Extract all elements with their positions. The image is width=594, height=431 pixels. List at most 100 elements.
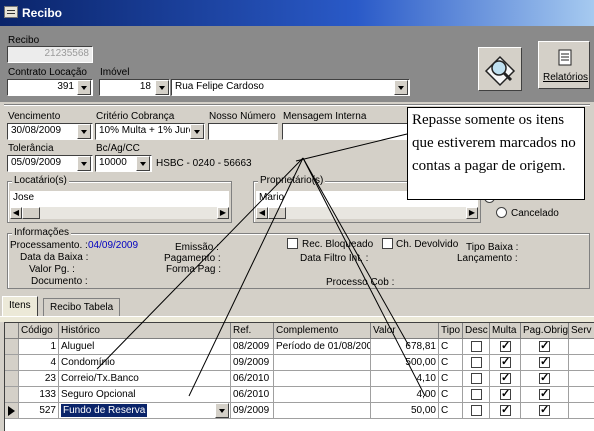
cell-historico[interactable]: Condomínio	[59, 355, 231, 371]
cell-complemento[interactable]	[274, 355, 371, 371]
col-ref[interactable]: Ref.	[231, 323, 274, 339]
cell-tipo[interactable]: C	[439, 387, 463, 403]
criterio-field[interactable]: 10% Multa + 1% Juro	[95, 123, 205, 140]
preview-button[interactable]	[478, 47, 522, 91]
multa-checkbox[interactable]	[500, 387, 511, 401]
desc-checkbox[interactable]	[471, 389, 482, 400]
multa-checkbox[interactable]	[500, 403, 511, 417]
cell-tipo[interactable]: C	[439, 339, 463, 355]
cell-tipo[interactable]: C	[439, 371, 463, 387]
cell-multa	[490, 403, 521, 419]
col-pag-obrig[interactable]: Pag.Obrig.	[521, 323, 569, 339]
row-indicator[interactable]	[5, 387, 19, 403]
cell-valor[interactable]: 4,00	[371, 387, 439, 403]
tolerancia-dropdown-button[interactable]	[77, 156, 91, 171]
cell-complemento[interactable]	[274, 371, 371, 387]
desc-checkbox[interactable]	[471, 405, 482, 416]
cell-serv[interactable]	[569, 403, 594, 419]
locatario-scrollbar[interactable]: ◀ ▶	[10, 207, 229, 219]
cell-codigo[interactable]: 133	[19, 387, 59, 403]
cell-historico-editor[interactable]: Fundo de Reserva	[59, 403, 231, 419]
cell-ref[interactable]: 09/2009	[231, 403, 274, 419]
cell-complemento[interactable]	[274, 387, 371, 403]
proprietario-scrollbar[interactable]: ◀ ▶	[256, 207, 478, 219]
cell-complemento[interactable]	[274, 403, 371, 419]
cell-serv[interactable]	[569, 371, 594, 387]
desc-checkbox[interactable]	[471, 373, 482, 384]
cell-pag-obrig	[521, 403, 569, 419]
pag-obrig-checkbox[interactable]	[539, 387, 550, 401]
cell-pag-obrig	[521, 387, 569, 403]
col-serv[interactable]: Serv	[569, 323, 594, 339]
imovel-address-field[interactable]: Rua Felipe Cardoso	[171, 79, 410, 96]
col-valor[interactable]: Valor	[371, 323, 439, 339]
multa-checkbox[interactable]	[500, 339, 511, 353]
cell-serv[interactable]	[569, 355, 594, 371]
cell-ref[interactable]: 06/2010	[231, 387, 274, 403]
pag-obrig-checkbox[interactable]	[539, 403, 550, 417]
grid-corner	[5, 323, 19, 339]
cell-serv[interactable]	[569, 387, 594, 403]
imovel-label: Imóvel	[100, 67, 130, 78]
scroll-right-icon[interactable]: ▶	[217, 207, 229, 219]
multa-checkbox[interactable]	[500, 355, 511, 369]
row-indicator[interactable]	[5, 371, 19, 387]
historico-selected-text[interactable]: Fundo de Reserva	[61, 404, 148, 417]
cell-codigo[interactable]: 527	[19, 403, 59, 419]
cell-codigo[interactable]: 23	[19, 371, 59, 387]
criterio-dropdown-button[interactable]	[190, 124, 204, 139]
pag-obrig-checkbox[interactable]	[539, 371, 550, 385]
tab-recibo-tabela[interactable]: Recibo Tabela	[43, 298, 121, 316]
scroll-left-icon[interactable]: ◀	[10, 207, 22, 219]
mensagem-field[interactable]	[282, 123, 408, 140]
cell-codigo[interactable]: 1	[19, 339, 59, 355]
nosso-numero-field[interactable]	[208, 123, 278, 140]
vencimento-dropdown-button[interactable]	[77, 124, 91, 139]
cell-desc	[463, 355, 490, 371]
historico-dropdown-button[interactable]	[215, 403, 229, 418]
col-tipo[interactable]: Tipo	[439, 323, 463, 339]
desc-checkbox[interactable]	[471, 357, 482, 368]
imovel-dropdown-button[interactable]	[155, 80, 169, 95]
cancelado-radio[interactable]	[496, 207, 507, 218]
cell-ref[interactable]: 06/2010	[231, 371, 274, 387]
row-indicator[interactable]	[5, 355, 19, 371]
cell-historico[interactable]: Seguro Opcional	[59, 387, 231, 403]
pag-obrig-checkbox[interactable]	[539, 355, 550, 369]
cell-valor[interactable]: 500,00	[371, 355, 439, 371]
scroll-left-icon[interactable]: ◀	[256, 207, 268, 219]
cell-tipo[interactable]: C	[439, 403, 463, 419]
cell-valor[interactable]: 50,00	[371, 403, 439, 419]
cell-ref[interactable]: 09/2009	[231, 355, 274, 371]
col-multa[interactable]: Multa	[490, 323, 521, 339]
col-complemento[interactable]: Complemento	[274, 323, 371, 339]
col-codigo[interactable]: Código	[19, 323, 59, 339]
bcagcc-dropdown-button[interactable]	[136, 156, 150, 171]
contrato-dropdown-button[interactable]	[77, 80, 91, 95]
col-historico[interactable]: Histórico	[59, 323, 231, 339]
cell-complemento[interactable]: Período de 01/08/2009	[274, 339, 371, 355]
cell-codigo[interactable]: 4	[19, 355, 59, 371]
col-desc[interactable]: Desc	[463, 323, 490, 339]
cell-historico[interactable]: Correio/Tx.Banco	[59, 371, 231, 387]
row-indicator[interactable]	[5, 403, 19, 419]
row-indicator[interactable]	[5, 339, 19, 355]
cell-valor[interactable]: 678,81	[371, 339, 439, 355]
scroll-right-icon[interactable]: ▶	[466, 207, 478, 219]
cell-valor[interactable]: 4,10	[371, 371, 439, 387]
pag-obrig-checkbox[interactable]	[539, 339, 550, 353]
cell-serv[interactable]	[569, 339, 594, 355]
locatario-field[interactable]: Jose	[10, 191, 229, 208]
cell-ref[interactable]: 08/2009	[231, 339, 274, 355]
scroll-thumb[interactable]	[22, 207, 40, 219]
cell-historico[interactable]: Aluguel	[59, 339, 231, 355]
cell-tipo[interactable]: C	[439, 355, 463, 371]
multa-checkbox[interactable]	[500, 371, 511, 385]
ch-devolvido-checkbox[interactable]	[382, 238, 393, 249]
address-dropdown-button[interactable]	[394, 80, 408, 95]
tab-itens[interactable]: Itens	[2, 296, 38, 316]
scroll-thumb[interactable]	[268, 207, 286, 219]
desc-checkbox[interactable]	[471, 341, 482, 352]
relatorios-button[interactable]: Relatórios	[538, 41, 590, 89]
rec-bloqueado-checkbox[interactable]	[287, 238, 298, 249]
